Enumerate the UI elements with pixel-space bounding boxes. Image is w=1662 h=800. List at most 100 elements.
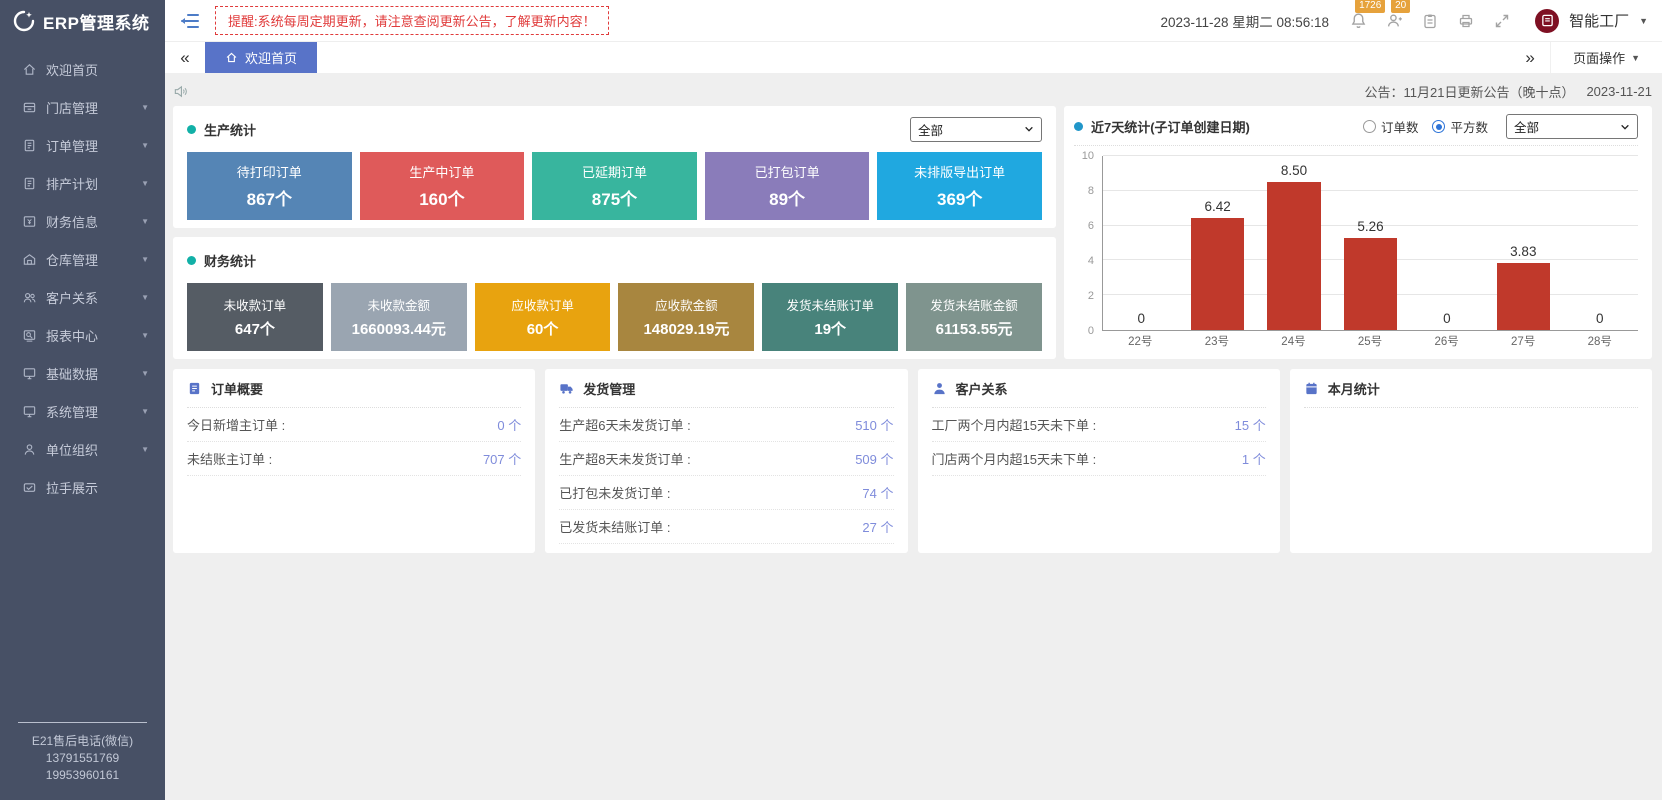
user-name[interactable]: 智能工厂 <box>1569 10 1629 31</box>
sidebar-item-label: 报表中心 <box>46 326 132 345</box>
chevron-down-icon: ▼ <box>141 255 149 264</box>
stat-card-value: 60个 <box>527 318 559 339</box>
panel-rows: 今日新增主订单 : 0 个 未结账主订单 : 707 个 <box>187 408 521 476</box>
stat-card[interactable]: 应收款金额 148029.19元 <box>618 283 754 351</box>
stat-card[interactable]: 未收款订单 647个 <box>187 283 323 351</box>
announcement-date: 2023-11-21 <box>1586 84 1652 99</box>
summary-row: 生产超8天未发货订单 : 509 个 <box>559 442 893 476</box>
tasks-button[interactable] <box>1417 8 1443 34</box>
stat-card-label: 未收款订单 <box>224 295 287 314</box>
sidebar-item[interactable]: 客户关系 ▼ <box>0 278 165 316</box>
sidebar-item[interactable]: 订单管理 ▼ <box>0 126 165 164</box>
chevron-down-icon: ▼ <box>141 407 149 416</box>
stat-card-value: 1660093.44元 <box>352 318 446 339</box>
stat-card[interactable]: 待打印订单 867个 <box>187 152 352 220</box>
bar-value-label: 8.50 <box>1256 163 1332 178</box>
finance-cards: 未收款订单 647个 未收款金额 1660093.44元 <box>187 283 1042 351</box>
announcement-text[interactable]: 公告：11月21日更新公告（晚十点） <box>1364 82 1574 101</box>
tabs-scroll-right-icon[interactable]: » <box>1510 42 1550 73</box>
sidebar-item[interactable]: 排产计划 ▼ <box>0 164 165 202</box>
main-area: « 欢迎首页 » 页面操作 ▼ 公告：11月21日 <box>165 42 1662 800</box>
bar[interactable] <box>1344 238 1397 330</box>
summary-value-link[interactable]: 510 个 <box>855 415 893 434</box>
chart-x-axis: 22号23号24号25号26号27号28号 <box>1102 331 1638 351</box>
summary-row: 已发货未结账订单 : 27 个 <box>559 510 893 544</box>
user-requests-badge: 20 <box>1391 0 1410 13</box>
bar-value-label: 0 <box>1103 311 1179 326</box>
summary-value-link[interactable]: 0 个 <box>497 415 521 434</box>
radio-option[interactable]: 订单数 <box>1363 117 1419 136</box>
chart-filter-select[interactable]: 全部 <box>1506 114 1638 139</box>
y-tick-label: 8 <box>1088 185 1094 197</box>
user-menu-chevron-down-icon[interactable]: ▼ <box>1639 16 1648 26</box>
stat-card-label: 发货未结账订单 <box>786 295 874 314</box>
chevron-down-icon: ▼ <box>141 369 149 378</box>
production-filter-select[interactable]: 全部 <box>910 117 1042 142</box>
sidebar-item[interactable]: 门店管理 ▼ <box>0 88 165 126</box>
notifications-button[interactable]: 1726 <box>1345 8 1371 34</box>
summary-value-link[interactable]: 27 个 <box>862 517 893 536</box>
summary-row: 已打包未发货订单 : 74 个 <box>559 476 893 510</box>
stat-card[interactable]: 已打包订单 89个 <box>705 152 870 220</box>
summary-value-link[interactable]: 74 个 <box>862 483 893 502</box>
tabs-scroll-left-icon[interactable]: « <box>165 42 205 73</box>
dashboard-content: 公告：11月21日更新公告（晚十点） 2023-11-21 生产统计 全部 <box>165 73 1662 800</box>
monitor-icon <box>22 404 37 419</box>
stat-card[interactable]: 未排版导出订单 369个 <box>877 152 1042 220</box>
speaker-icon[interactable] <box>173 84 188 99</box>
stat-card[interactable]: 生产中订单 160个 <box>360 152 525 220</box>
stat-card[interactable]: 未收款金额 1660093.44元 <box>331 283 467 351</box>
handshake-icon <box>22 480 37 495</box>
page-actions-dropdown[interactable]: 页面操作 ▼ <box>1550 42 1662 73</box>
stat-card[interactable]: 应收款订单 60个 <box>475 283 611 351</box>
print-button[interactable] <box>1453 8 1479 34</box>
stat-card[interactable]: 发货未结账订单 19个 <box>762 283 898 351</box>
tab-welcome[interactable]: 欢迎首页 <box>205 42 317 73</box>
bar[interactable] <box>1191 218 1244 330</box>
bar-column: 0 <box>1409 156 1485 330</box>
sidebar-item[interactable]: 欢迎首页 ▼ <box>0 50 165 88</box>
production-cards: 待打印订单 867个 生产中订单 160个 <box>187 152 1042 220</box>
bar-column: 8.50 <box>1256 156 1332 330</box>
bar[interactable] <box>1497 263 1550 330</box>
app-logo[interactable]: ERP管理系统 <box>0 0 165 42</box>
sidebar-item[interactable]: 基础数据 ▼ <box>0 354 165 392</box>
sidebar-menu: 欢迎首页 ▼ 门店管理 ▼ 订单管理 ▼ <box>0 42 165 506</box>
fullscreen-button[interactable] <box>1489 8 1515 34</box>
logo-text: ERP管理系统 <box>43 9 149 34</box>
sidebar-item[interactable]: 财务信息 ▼ <box>0 202 165 240</box>
sidebar-item[interactable]: 仓库管理 ▼ <box>0 240 165 278</box>
sidebar-item-label: 门店管理 <box>46 98 132 117</box>
radio-option[interactable]: 平方数 <box>1432 117 1488 136</box>
sidebar-collapse-icon[interactable] <box>179 10 201 32</box>
contact-info: E21售后电话(微信)1379155176919953960161 <box>0 733 165 784</box>
sidebar-item[interactable]: 报表中心 ▼ <box>0 316 165 354</box>
summary-label: 已发货未结账订单 : <box>559 517 670 536</box>
chevron-down-icon: ▼ <box>141 179 149 188</box>
bar-value-label: 3.83 <box>1485 244 1561 259</box>
stat-card-value: 875个 <box>592 185 637 210</box>
sidebar-item[interactable]: 单位组织 ▼ <box>0 430 165 468</box>
summary-label: 工厂两个月内超15天未下单 : <box>932 415 1097 434</box>
doc-icon <box>22 176 37 191</box>
stat-card-label: 应收款金额 <box>655 295 718 314</box>
summary-value-link[interactable]: 707 个 <box>483 449 521 468</box>
summary-value-link[interactable]: 1 个 <box>1242 449 1266 468</box>
footer-divider <box>18 722 147 723</box>
sidebar-item-label: 财务信息 <box>46 212 132 231</box>
panel-title: 本月统计 <box>1328 379 1380 398</box>
bar-chart: 0246810 06.428.505.2603.830 22号23号24号25号… <box>1074 156 1638 351</box>
announcement-bar: 公告：11月21日更新公告（晚十点） 2023-11-21 <box>173 78 1652 104</box>
stat-card[interactable]: 发货未结账金额 61153.55元 <box>906 283 1042 351</box>
bar[interactable] <box>1267 182 1320 330</box>
stat-card-value: 369个 <box>937 185 982 210</box>
summary-value-link[interactable]: 15 个 <box>1235 415 1266 434</box>
chevron-down-icon: ▼ <box>141 293 149 302</box>
summary-value-link[interactable]: 509 个 <box>855 449 893 468</box>
sidebar-item[interactable]: 拉手展示 ▼ <box>0 468 165 506</box>
sidebar-item-label: 欢迎首页 <box>46 60 132 79</box>
user-requests-button[interactable]: 20 <box>1381 8 1407 34</box>
sidebar-item[interactable]: 系统管理 ▼ <box>0 392 165 430</box>
stat-card[interactable]: 已延期订单 875个 <box>532 152 697 220</box>
avatar[interactable] <box>1535 9 1559 33</box>
